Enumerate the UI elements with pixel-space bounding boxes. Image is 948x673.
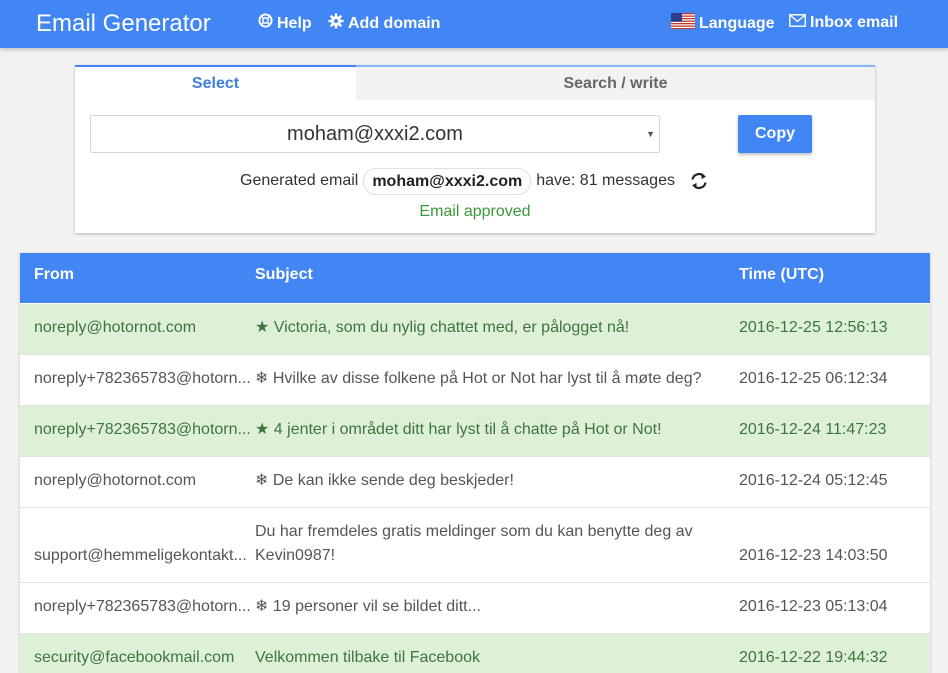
tab-search-write[interactable]: Search / write <box>356 65 875 100</box>
header-time: Time (UTC) <box>739 266 825 283</box>
email-selector-card: Select Search / write moham@xxxi2.com ▼ … <box>75 65 875 233</box>
row-subject: Velkommen tilbake til Facebook <box>255 649 480 666</box>
caret-down-icon: ▼ <box>646 129 655 139</box>
row-time: 2016-12-24 11:47:23 <box>739 421 887 438</box>
row-from: noreply@hotornot.com <box>34 319 197 336</box>
email-dropdown-value: moham@xxxi2.com <box>287 123 463 145</box>
table-row[interactable]: security@facebookmail.com Velkommen tilb… <box>20 634 930 673</box>
row-subject: ❄ 19 personer vil se bildet ditt... <box>255 598 481 615</box>
table-row[interactable]: noreply@hotornot.com ❄ De kan ikke sende… <box>20 457 930 508</box>
refresh-icon[interactable] <box>688 170 710 192</box>
email-dropdown[interactable]: moham@xxxi2.com ▼ <box>90 115 660 153</box>
table-row[interactable]: noreply+782365783@hotorn... ❄ Hvilke av … <box>20 355 930 406</box>
header-subject: Subject <box>255 266 313 283</box>
row-subject: ★ Victoria, som du nylig chattet med, er… <box>255 319 630 336</box>
lifebuoy-icon <box>258 13 273 34</box>
top-navbar: Email Generator Help Add domain Language… <box>0 0 948 48</box>
table-row[interactable]: noreply@hotornot.com ★ Victoria, som du … <box>20 304 930 355</box>
row-subject: ★ 4 jenter i området ditt har lyst til å… <box>255 421 662 438</box>
help-label: Help <box>277 14 312 32</box>
tab-select[interactable]: Select <box>75 65 356 100</box>
row-time: 2016-12-25 06:12:34 <box>739 370 888 387</box>
header-from: From <box>34 266 74 283</box>
email-approved-status: Email approved <box>419 203 531 220</box>
inbox-email-link[interactable]: Inbox email <box>789 13 898 33</box>
table-row[interactable]: noreply+782365783@hotorn... ❄ 19 persone… <box>20 583 930 634</box>
language-label: Language <box>699 15 775 32</box>
status-prefix: Generated email <box>240 172 359 189</box>
row-subject: ❄ De kan ikke sende deg beskjeder! <box>255 472 514 489</box>
generated-email-status: Generated email moham@xxxi2.com have: 81… <box>75 167 875 195</box>
row-time: 2016-12-25 12:56:13 <box>739 319 888 336</box>
brand-title[interactable]: Email Generator <box>36 10 211 38</box>
help-link[interactable]: Help <box>258 13 312 34</box>
table-row[interactable]: support@hemmeligekontakt... Du har fremd… <box>20 508 930 583</box>
row-subject: Du har fremdeles gratis meldinger som du… <box>255 523 693 564</box>
gear-icon <box>328 13 344 35</box>
row-time: 2016-12-22 19:44:32 <box>739 649 888 666</box>
row-from: support@hemmeligekontakt... <box>34 547 247 564</box>
row-from: security@facebookmail.com <box>34 649 235 666</box>
add-domain-link[interactable]: Add domain <box>328 13 440 35</box>
table-row[interactable]: noreply+782365783@hotorn... ★ 4 jenter i… <box>20 406 930 457</box>
row-from: noreply+782365783@hotorn... <box>34 421 251 438</box>
table-header: From Subject Time (UTC) <box>20 253 930 303</box>
add-domain-label: Add domain <box>348 15 441 32</box>
messages-table: From Subject Time (UTC) noreply@hotornot… <box>20 253 930 673</box>
language-link[interactable]: Language <box>671 13 775 35</box>
us-flag-icon <box>671 13 695 35</box>
envelope-icon <box>789 13 806 33</box>
row-from: noreply+782365783@hotorn... <box>34 598 251 615</box>
copy-button[interactable]: Copy <box>738 115 812 153</box>
message-count-text: have: 81 messages <box>536 172 675 189</box>
row-time: 2016-12-23 05:13:04 <box>739 598 888 615</box>
row-from: noreply@hotornot.com <box>34 472 197 489</box>
generated-email-chip[interactable]: moham@xxxi2.com <box>363 167 532 195</box>
inbox-email-label: Inbox email <box>810 14 899 31</box>
row-subject: ❄ Hvilke av disse folkene på Hot or Not … <box>255 370 702 387</box>
mode-tabs: Select Search / write <box>75 65 875 100</box>
row-time: 2016-12-23 14:03:50 <box>739 547 888 564</box>
row-from: noreply+782365783@hotorn... <box>34 370 251 387</box>
row-time: 2016-12-24 05:12:45 <box>739 472 888 489</box>
